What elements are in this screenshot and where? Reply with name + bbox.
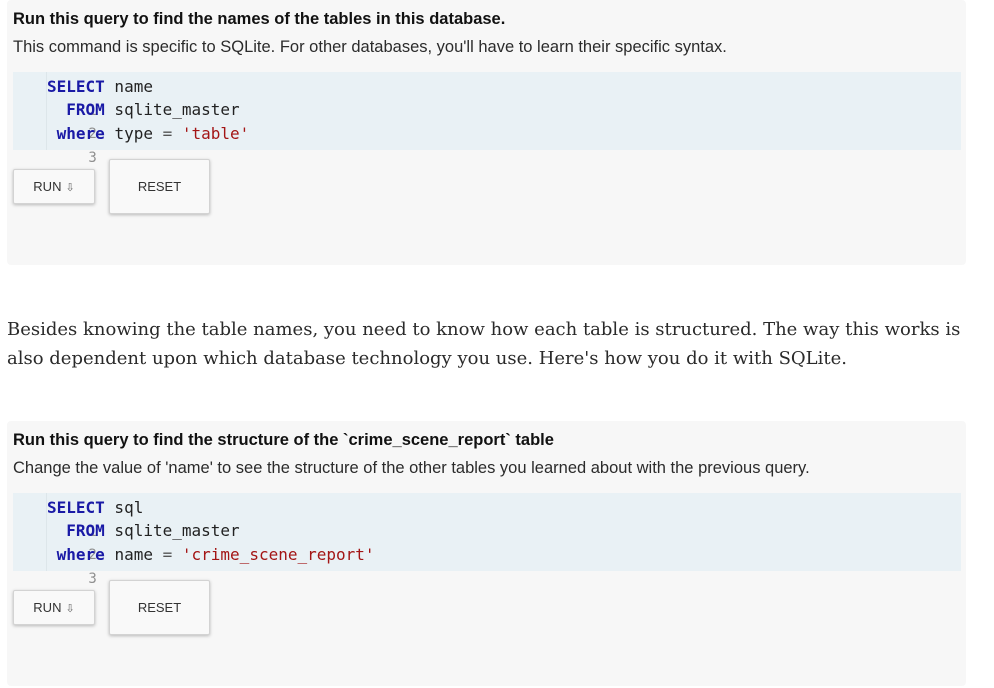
code-line[interactable]: 1 SELECT name: [13, 75, 153, 119]
query-panel-tables: Run this query to find the names of the …: [7, 0, 966, 265]
sql-text: type: [104, 124, 163, 143]
run-button[interactable]: RUN ⇩: [13, 590, 95, 625]
run-arrow-icon: ⇩: [65, 182, 75, 194]
line-number: 3: [88, 571, 97, 587]
reset-button-label: RESET: [137, 600, 182, 615]
sql-operator: =: [162, 545, 173, 564]
run-button-label: RUN: [33, 600, 62, 615]
run-arrow-icon: ⇩: [65, 603, 75, 615]
sql-keyword: SELECT: [47, 498, 105, 517]
sql-string: 'crime_scene_report': [172, 545, 375, 564]
sql-text: sqlite_master: [104, 100, 240, 119]
sql-keyword: where: [56, 124, 105, 143]
panel-title: Run this query to find the structure of …: [13, 431, 554, 449]
sql-keyword: FROM: [66, 521, 105, 540]
sql-editor[interactable]: 1 SELECT sql 2 FROM sqlite_master 3 wher…: [13, 493, 961, 587]
sql-string: 'table': [172, 124, 250, 143]
panel-title: Run this query to find the names of the …: [13, 10, 506, 28]
panel-description: Change the value of 'name' to see the st…: [13, 459, 810, 477]
sql-keyword: SELECT: [47, 77, 105, 96]
code-line[interactable]: 3 where name = 'crime_scene_report': [13, 543, 375, 587]
code-line[interactable]: 1 SELECT sql: [13, 496, 143, 540]
sql-keyword: where: [56, 545, 105, 564]
panel-description: This command is specific to SQLite. For …: [13, 38, 727, 56]
sql-text: sql: [104, 498, 144, 517]
code-line[interactable]: 2 FROM sqlite_master: [13, 98, 239, 142]
run-button-label: RUN: [33, 179, 62, 194]
sql-text: name: [104, 545, 163, 564]
line-number: 3: [88, 150, 97, 166]
sql-operator: =: [162, 124, 173, 143]
sql-text: sqlite_master: [104, 521, 240, 540]
run-button[interactable]: RUN ⇩: [13, 169, 95, 204]
code-line[interactable]: 2 FROM sqlite_master: [13, 519, 239, 563]
reset-button-label: RESET: [137, 179, 182, 194]
sql-editor[interactable]: 1 SELECT name 2 FROM sqlite_master 3 whe…: [13, 72, 961, 166]
reset-button[interactable]: RESET: [109, 580, 210, 635]
reset-button[interactable]: RESET: [109, 159, 210, 214]
code-line[interactable]: 3 where type = 'table': [13, 122, 250, 166]
explanation-paragraph: Besides knowing the table names, you nee…: [7, 319, 961, 369]
sql-text: name: [104, 77, 153, 96]
query-panel-structure: Run this query to find the structure of …: [7, 421, 966, 686]
sql-keyword: FROM: [66, 100, 105, 119]
